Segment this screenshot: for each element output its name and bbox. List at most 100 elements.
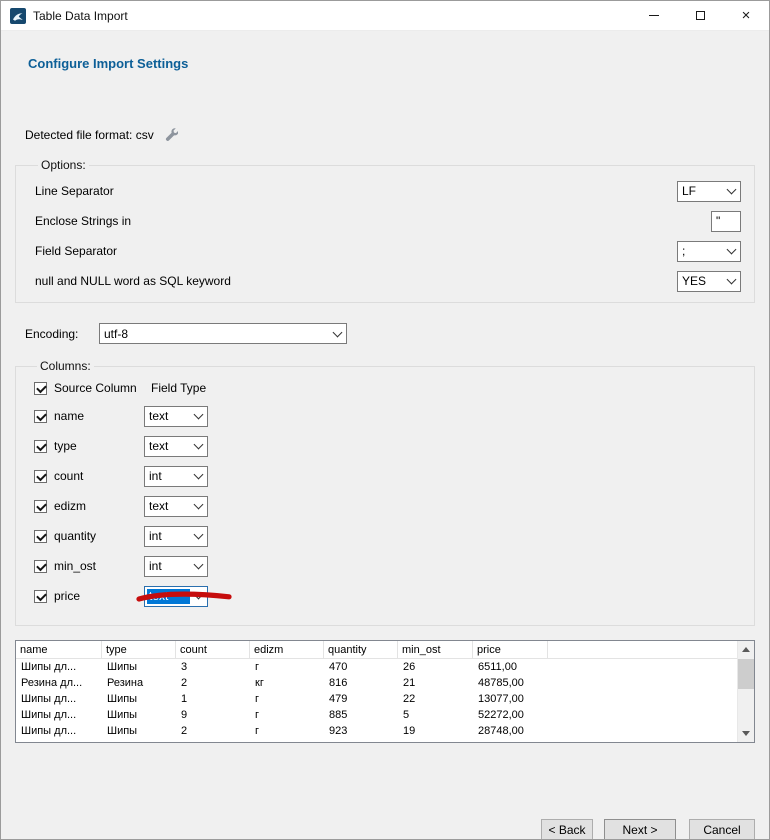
title-bar[interactable]: Table Data Import ×	[1, 1, 769, 31]
select-all-checkbox[interactable]	[34, 382, 47, 395]
preview-header-cell: count	[176, 641, 250, 658]
minimize-button[interactable]	[631, 1, 677, 30]
preview-cell: Шипы дл...	[16, 709, 102, 721]
field-type-select[interactable]: text	[144, 406, 208, 427]
table-data-import-window: Table Data Import × Configure Import Set…	[0, 0, 770, 840]
preview-cell: 19	[398, 725, 473, 737]
options-group: Options: Line Separator LF Enclose Strin…	[15, 158, 755, 303]
preview-cell: г	[250, 693, 324, 705]
preview-cell: Шипы	[102, 725, 176, 737]
field-type-select[interactable]: int	[144, 556, 208, 577]
preview-table: name type count edizm quantity min_ost p…	[15, 640, 755, 743]
encoding-row: Encoding: utf-8	[15, 323, 755, 344]
preview-cell: 21	[398, 677, 473, 689]
encoding-select[interactable]: utf-8	[99, 323, 347, 344]
preview-cell: Шипы дл...	[16, 693, 102, 705]
preview-cell: 26	[398, 661, 473, 673]
dialog-content: Configure Import Settings Detected file …	[1, 56, 769, 840]
detected-format-label: Detected file format: csv	[25, 128, 154, 142]
preview-cell: 22	[398, 693, 473, 705]
column-row-quantity: quantity int	[34, 521, 741, 551]
options-legend: Options:	[38, 158, 89, 172]
preview-cell: 2	[176, 725, 250, 737]
scroll-down-arrow-icon[interactable]	[738, 725, 754, 742]
footer-buttons: < Back Next > Cancel	[15, 819, 755, 840]
preview-cell: кг	[250, 677, 324, 689]
option-row-enclose-strings: Enclose Strings in	[35, 206, 741, 236]
option-row-field-separator: Field Separator ;	[35, 236, 741, 266]
field-type-select[interactable]: text	[144, 436, 208, 457]
preview-cell: 923	[324, 725, 398, 737]
field-type-select[interactable]: int	[144, 526, 208, 547]
column-checkbox[interactable]	[34, 500, 47, 513]
line-separator-select[interactable]: LF	[677, 181, 741, 202]
preview-cell: 470	[324, 661, 398, 673]
field-type-select[interactable]: text	[144, 496, 208, 517]
chevron-down-icon	[723, 242, 740, 261]
scroll-up-arrow-icon[interactable]	[738, 641, 754, 658]
enclose-strings-input[interactable]	[711, 211, 741, 232]
column-checkbox[interactable]	[34, 440, 47, 453]
columns-header-row: Source Column Field Type	[34, 375, 741, 401]
mysql-workbench-icon	[10, 8, 26, 24]
preview-cell: г	[250, 725, 324, 737]
preview-cell: Шипы дл...	[16, 661, 102, 673]
preview-cell: 6511,00	[473, 661, 548, 673]
preview-cell: Шипы	[102, 709, 176, 721]
preview-cell: 5	[398, 709, 473, 721]
preview-cell: Резина	[102, 677, 176, 689]
column-checkbox[interactable]	[34, 590, 47, 603]
page-title: Configure Import Settings	[28, 56, 755, 72]
vertical-scrollbar[interactable]	[737, 641, 754, 742]
preview-row[interactable]: Резина дл... Резина 2 кг 816 21 48785,00	[16, 675, 754, 691]
column-checkbox[interactable]	[34, 530, 47, 543]
preview-row[interactable]: Шипы дл... Шипы 2 г 923 19 28748,00	[16, 723, 754, 739]
maximize-button[interactable]	[677, 1, 723, 30]
chevron-down-icon	[190, 407, 207, 426]
preview-header-cell: name	[16, 641, 102, 658]
preview-cell: 1	[176, 693, 250, 705]
chevron-down-icon	[723, 272, 740, 291]
preview-cell: 816	[324, 677, 398, 689]
field-type-select[interactable]: int	[144, 466, 208, 487]
window-title: Table Data Import	[33, 9, 128, 23]
field-separator-label: Field Separator	[35, 244, 117, 258]
preview-cell: 9	[176, 709, 250, 721]
column-checkbox[interactable]	[34, 470, 47, 483]
preview-cell: 48785,00	[473, 677, 548, 689]
scrollbar-thumb[interactable]	[738, 659, 754, 689]
preview-cell: 52272,00	[473, 709, 548, 721]
column-name: min_ost	[54, 559, 144, 573]
preview-header-cell: quantity	[324, 641, 398, 658]
column-row-count: count int	[34, 461, 741, 491]
preview-row[interactable]: Шипы дл... Шипы 9 г 885 5 52272,00	[16, 707, 754, 723]
preview-cell: Шипы	[102, 661, 176, 673]
back-button[interactable]: < Back	[541, 819, 593, 840]
column-checkbox[interactable]	[34, 410, 47, 423]
preview-cell: Резина дл...	[16, 677, 102, 689]
preview-cell: 885	[324, 709, 398, 721]
column-row-edizm: edizm text	[34, 491, 741, 521]
null-keyword-label: null and NULL word as SQL keyword	[35, 274, 231, 288]
line-separator-label: Line Separator	[35, 184, 114, 198]
preview-cell: г	[250, 709, 324, 721]
null-keyword-select[interactable]: YES	[677, 271, 741, 292]
cancel-button[interactable]: Cancel	[689, 819, 755, 840]
title-bar-left: Table Data Import	[1, 8, 631, 24]
field-separator-select[interactable]: ;	[677, 241, 741, 262]
chevron-down-icon	[190, 437, 207, 456]
preview-row[interactable]: Шипы дл... Шипы 1 г 479 22 13077,00	[16, 691, 754, 707]
encoding-label: Encoding:	[25, 327, 99, 341]
column-name: name	[54, 409, 144, 423]
next-button[interactable]: Next >	[604, 819, 676, 840]
column-name: count	[54, 469, 144, 483]
chevron-down-icon	[190, 527, 207, 546]
preview-row[interactable]: Шипы дл... Шипы 3 г 470 26 6511,00	[16, 659, 754, 675]
column-checkbox[interactable]	[34, 560, 47, 573]
column-name: quantity	[54, 529, 144, 543]
red-underline-annotation	[135, 590, 233, 604]
chevron-down-icon	[329, 324, 346, 343]
field-type-header: Field Type	[151, 381, 206, 395]
close-button[interactable]: ×	[723, 1, 769, 30]
preview-cell: г	[250, 661, 324, 673]
